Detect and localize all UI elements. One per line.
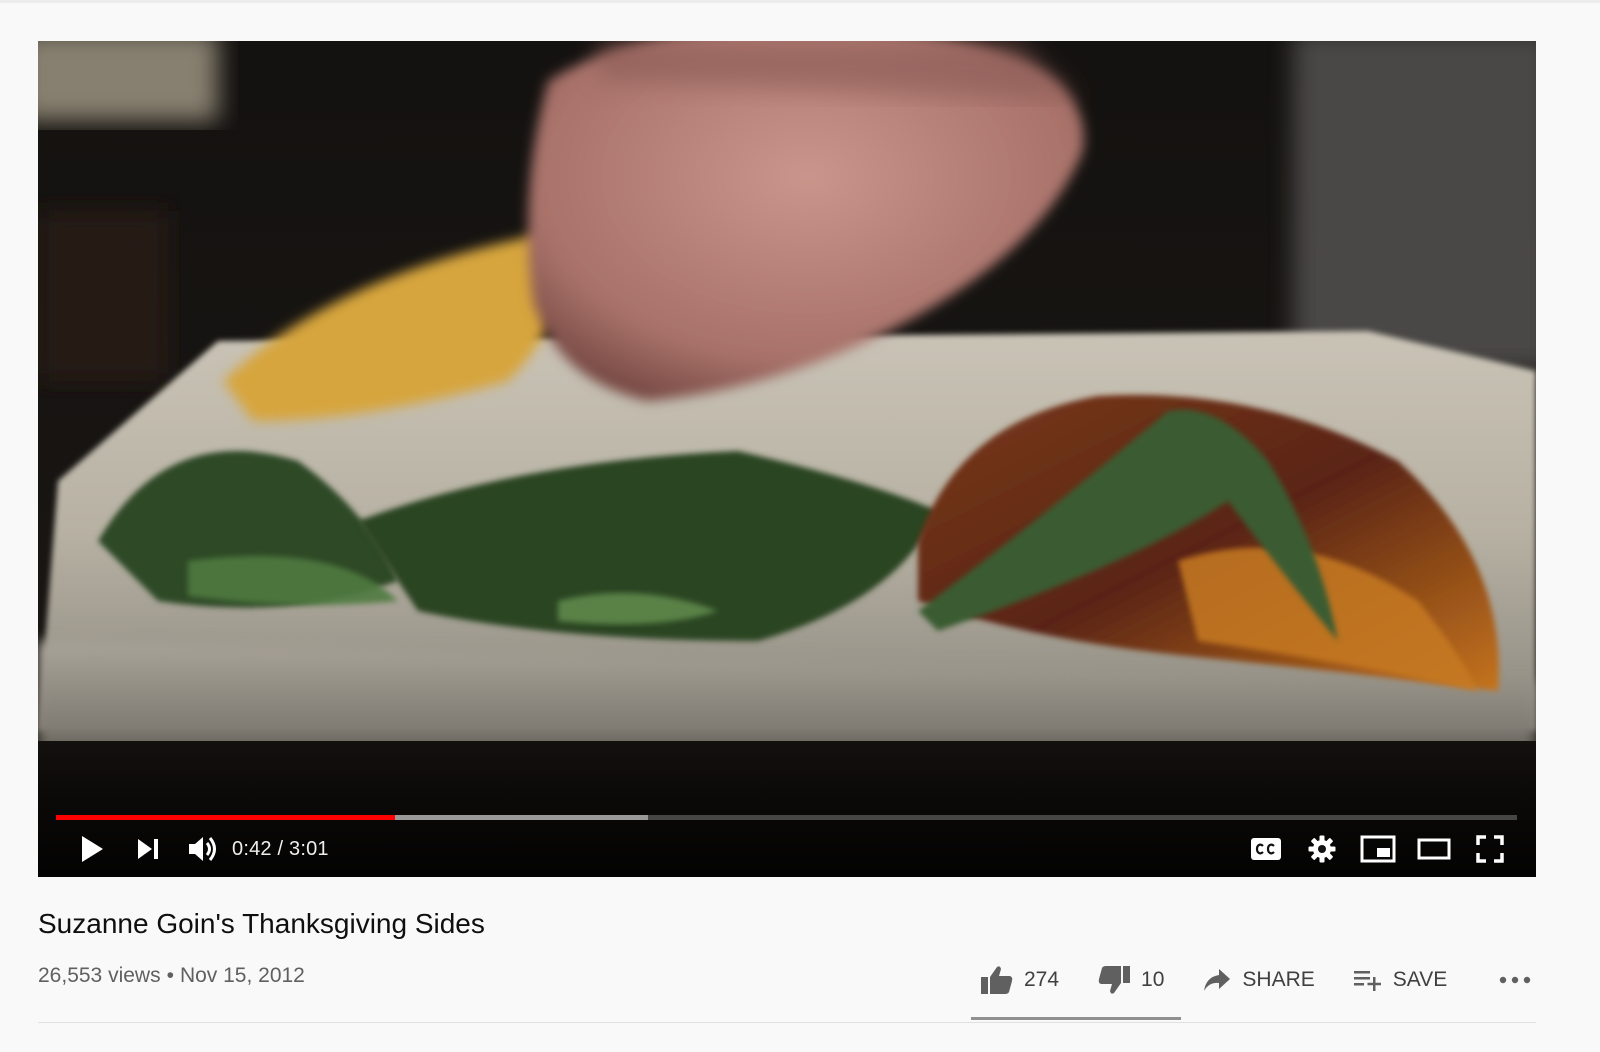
thumbs-up-icon (980, 965, 1014, 995)
share-label: SHARE (1242, 968, 1315, 991)
time-current: 0:42 (232, 837, 272, 860)
time-total: 3:01 (289, 837, 329, 860)
miniplayer-icon (1360, 835, 1396, 863)
watch-page: 0:42 / 3:01 Suzanne Goin's Thanksgiving … (0, 0, 1600, 1052)
like-button[interactable]: 274 (980, 958, 1059, 1002)
captions-icon (1251, 838, 1281, 860)
player-controls: 0:42 / 3:01 (38, 827, 1536, 871)
left-controls: 0:42 / 3:01 (38, 827, 329, 871)
save-button[interactable]: SAVE (1353, 958, 1447, 1002)
video-player[interactable]: 0:42 / 3:01 (38, 41, 1536, 877)
video-frame[interactable] (38, 41, 1536, 877)
action-bar: 274 10 SHARE SAVE (980, 958, 1531, 1002)
time-separator: / (271, 837, 290, 860)
share-button[interactable]: SHARE (1202, 958, 1315, 1002)
next-icon (136, 838, 160, 860)
right-controls (1238, 827, 1536, 871)
gear-icon (1308, 835, 1336, 863)
time-display: 0:42 / 3:01 (232, 838, 329, 861)
like-count: 274 (1024, 968, 1060, 991)
play-button[interactable] (64, 827, 120, 871)
dislike-button[interactable]: 10 (1097, 958, 1164, 1002)
video-title: Suzanne Goin's Thanksgiving Sides (38, 908, 485, 939)
more-horizontal-icon (1499, 976, 1531, 984)
progress-bar[interactable] (56, 815, 1517, 820)
theater-button[interactable] (1406, 827, 1462, 871)
dislike-count: 10 (1141, 968, 1165, 991)
settings-button[interactable] (1294, 827, 1350, 871)
info-divider (38, 1022, 1536, 1023)
progress-played (56, 815, 395, 820)
play-icon (79, 835, 105, 863)
share-icon (1202, 967, 1232, 993)
meta-separator: • (166, 964, 174, 987)
volume-button[interactable] (176, 827, 232, 871)
theater-icon (1417, 838, 1451, 860)
thumbs-down-icon (1097, 965, 1131, 995)
miniplayer-button[interactable] (1350, 827, 1406, 871)
next-button[interactable] (120, 827, 176, 871)
publish-date: Nov 15, 2012 (179, 964, 305, 987)
captions-button[interactable] (1238, 827, 1294, 871)
volume-icon (187, 834, 221, 864)
video-meta: 26,553 views • Nov 15, 2012 (38, 964, 305, 988)
playlist-add-icon (1353, 968, 1383, 992)
sentiment-bar (971, 1017, 1181, 1020)
fullscreen-button[interactable] (1462, 827, 1518, 871)
more-actions-button[interactable] (1499, 958, 1531, 1002)
fullscreen-icon (1476, 835, 1504, 863)
top-divider (0, 0, 1600, 3)
save-label: SAVE (1392, 968, 1448, 991)
view-count: 26,553 views (38, 964, 161, 987)
